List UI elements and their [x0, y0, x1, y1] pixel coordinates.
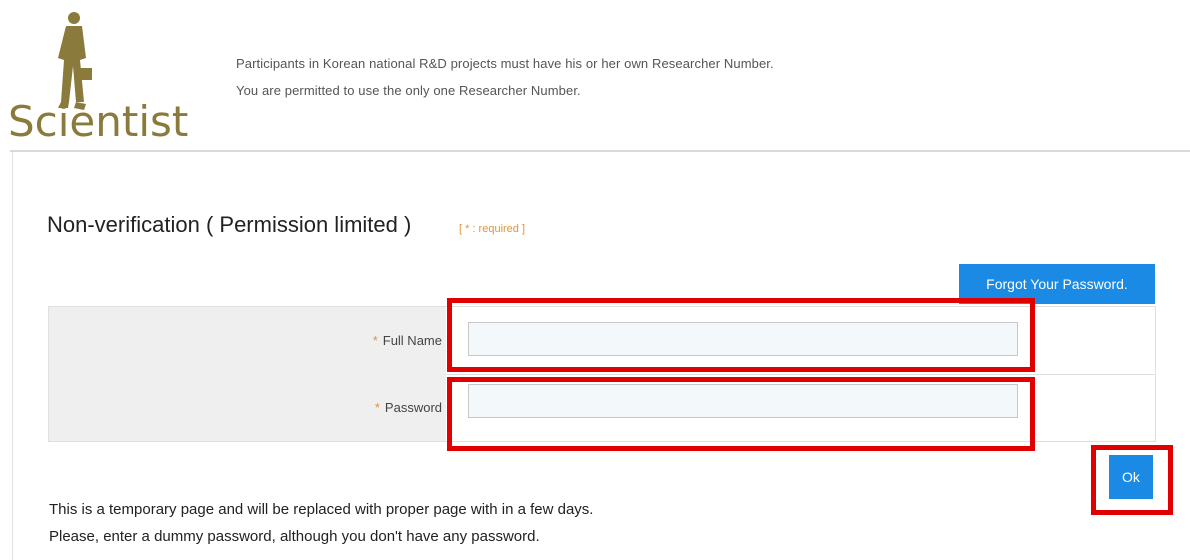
notice-line-2: You are permitted to use the only one Re…	[236, 83, 581, 98]
footnote-line-1: This is a temporary page and will be rep…	[49, 501, 594, 518]
page-title: Non-verification ( Permission limited )	[47, 212, 412, 237]
ok-button[interactable]: Ok	[1109, 455, 1153, 499]
full-name-highlight-box	[447, 298, 1035, 372]
verification-panel: Non-verification ( Permission limited ) …	[12, 152, 1189, 560]
notice-line-1: Participants in Korean national R&D proj…	[236, 56, 774, 71]
scientist-logo: Scientist	[6, 2, 206, 144]
required-star: *	[372, 333, 378, 348]
logo-wordmark: Scientist	[8, 97, 188, 144]
password-label: Password	[384, 400, 442, 415]
full-name-label: Full Name	[382, 333, 442, 348]
password-label-cell: * Password	[49, 374, 446, 441]
full-name-label-cell: * Full Name	[49, 307, 446, 374]
password-highlight-box	[447, 377, 1035, 451]
temporary-page-note: This is a temporary page and will be rep…	[49, 496, 593, 550]
page-header: Scientist Participants in Korean nationa…	[0, 0, 1190, 150]
researcher-notice: Participants in Korean national R&D proj…	[236, 50, 774, 104]
footnote-line-2: Please, enter a dummy password, although…	[49, 528, 540, 545]
required-star: *	[374, 400, 380, 415]
required-note: [ * : required ]	[459, 223, 526, 235]
